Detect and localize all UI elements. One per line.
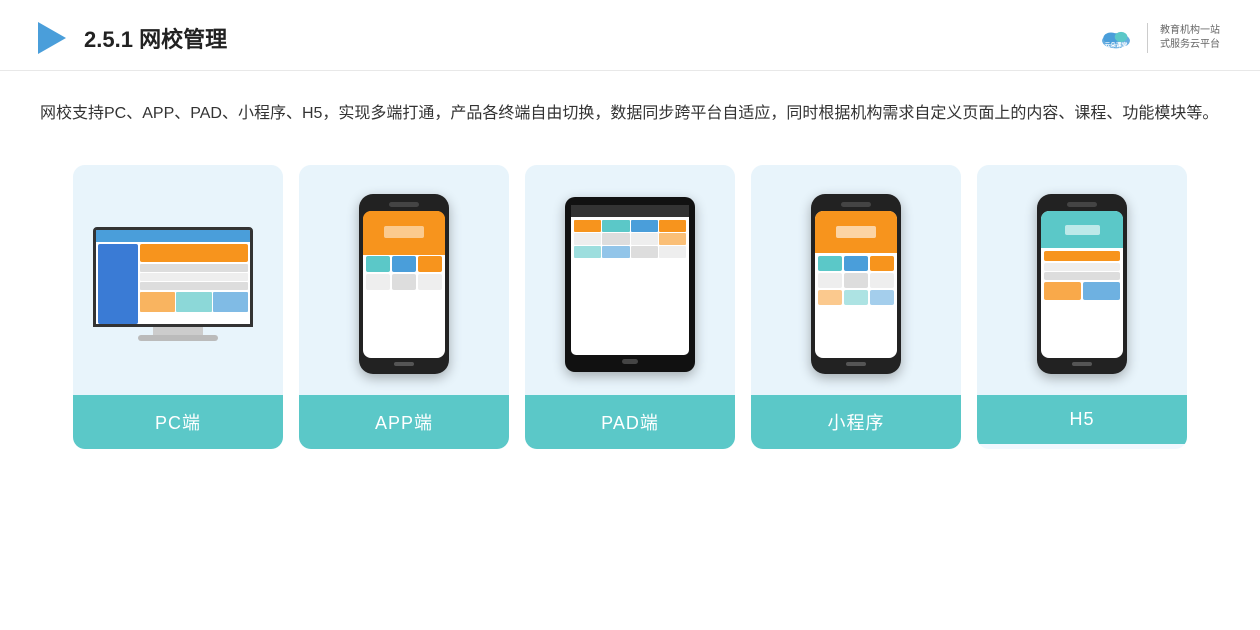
card-app-label: APP端 xyxy=(299,395,509,449)
phone-home-app xyxy=(394,362,414,366)
card-app: APP端 xyxy=(299,165,509,449)
logo-tagline: 教育机构一站 式服务云平台 xyxy=(1160,24,1220,52)
card-pad-label: PAD端 xyxy=(525,395,735,449)
phone-notch-h5 xyxy=(1067,202,1097,207)
card-pad: PAD端 xyxy=(525,165,735,449)
tablet-home xyxy=(622,359,638,364)
pc-stand xyxy=(153,327,203,335)
phone-mockup-mini xyxy=(811,194,901,374)
pc-screen-content xyxy=(96,230,250,324)
play-icon xyxy=(30,18,70,58)
card-miniprogram-label: 小程序 xyxy=(751,395,961,449)
card-pc: PC端 xyxy=(73,165,283,449)
header-left: 2.5.1 网校管理 xyxy=(30,18,227,58)
card-miniprogram-image xyxy=(751,165,961,395)
phone-mockup-app xyxy=(359,194,449,374)
logo-divider xyxy=(1147,23,1148,53)
card-app-image xyxy=(299,165,509,395)
card-h5: H5 xyxy=(977,165,1187,449)
cloud-logo: 云朵课堂 教育机构一站 式服务云平台 xyxy=(1097,23,1220,53)
card-h5-image xyxy=(977,165,1187,395)
page-header: 2.5.1 网校管理 云朵课堂 教育机构一站 式服务云平台 xyxy=(0,0,1260,71)
tablet-mockup xyxy=(565,197,695,372)
phone-mockup-h5 xyxy=(1037,194,1127,374)
card-h5-label: H5 xyxy=(977,395,1187,444)
card-pad-image xyxy=(525,165,735,395)
phone-screen-app xyxy=(363,211,445,358)
app-screen-content xyxy=(363,211,445,358)
logo-area: 云朵课堂 教育机构一站 式服务云平台 xyxy=(1097,23,1220,53)
phone-home-h5 xyxy=(1072,362,1092,366)
phone-screen-h5 xyxy=(1041,211,1123,358)
description-text: 网校支持PC、APP、PAD、小程序、H5，实现多端打通，产品各终端自由切换，数… xyxy=(0,71,1260,145)
cloud-icon: 云朵课堂 xyxy=(1097,23,1135,53)
cards-container: PC端 xyxy=(0,145,1260,469)
card-pc-image xyxy=(73,165,283,395)
phone-screen-mini xyxy=(815,211,897,358)
card-pc-label: PC端 xyxy=(73,395,283,449)
page-title: 2.5.1 网校管理 xyxy=(84,22,227,54)
phone-home-mini xyxy=(846,362,866,366)
pc-base xyxy=(138,335,218,341)
tablet-screen xyxy=(571,205,689,355)
phone-notch-app xyxy=(389,202,419,207)
phone-notch-mini xyxy=(841,202,871,207)
pc-screen xyxy=(93,227,253,327)
pc-mockup xyxy=(93,227,263,341)
card-miniprogram: 小程序 xyxy=(751,165,961,449)
